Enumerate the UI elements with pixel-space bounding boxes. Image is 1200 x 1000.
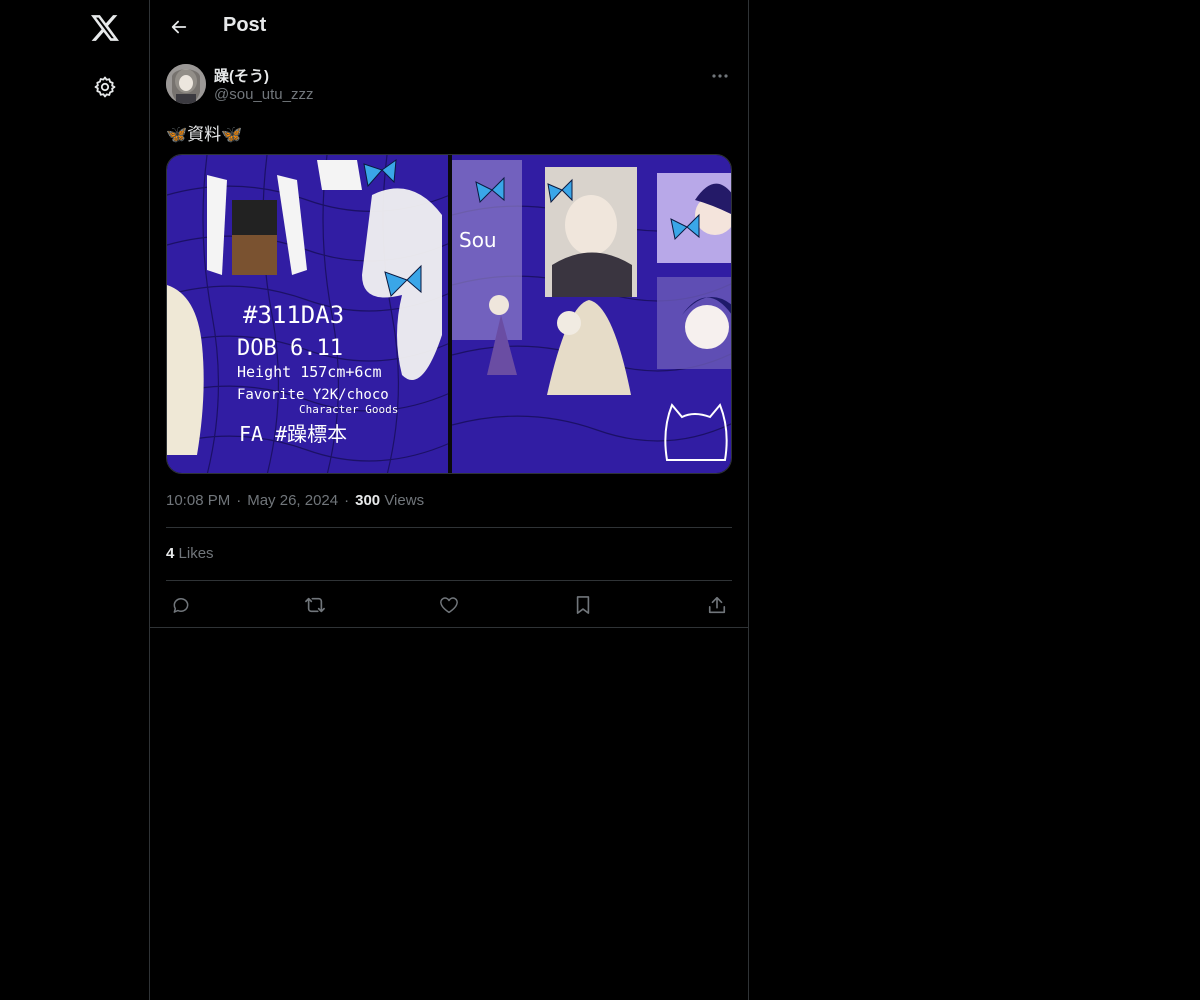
bookmark-icon — [576, 596, 590, 614]
repost-button[interactable] — [302, 592, 328, 618]
x-logo-icon[interactable] — [87, 10, 123, 46]
left-rail — [0, 0, 150, 1000]
settings-button[interactable] — [90, 72, 120, 102]
back-button[interactable] — [164, 12, 194, 42]
views-label: Views — [384, 492, 425, 509]
post-metadata: 10:08 PM · May 26, 2024 · 300 Views — [166, 492, 424, 509]
image-text-goods: Character Goods — [299, 403, 398, 416]
post-time[interactable]: 10:08 PM — [166, 492, 230, 509]
post-text: 🦋資料🦋 — [166, 125, 243, 144]
repost-icon — [305, 597, 325, 613]
post-date[interactable]: May 26, 2024 — [247, 492, 338, 509]
image-text-hex: #311DA3 — [243, 301, 344, 329]
arrow-left-icon — [171, 20, 187, 34]
divider — [166, 527, 732, 528]
likes-summary[interactable]: 4 Likes — [166, 545, 214, 562]
share-button[interactable] — [704, 592, 730, 618]
bookmark-button[interactable] — [570, 592, 596, 618]
post-image[interactable]: #311DA3 DOB 6.11 Height 157cm+6cm Favori… — [166, 154, 732, 474]
post-bottom-border — [150, 627, 748, 628]
image-text-favorite: Favorite Y2K/choco — [237, 387, 389, 403]
image-text-height: Height 157cm+6cm — [237, 363, 382, 381]
page-header: Post — [150, 0, 748, 54]
like-button[interactable] — [436, 592, 462, 618]
share-icon — [708, 596, 726, 614]
post-actions — [166, 590, 732, 620]
author-handle[interactable]: @sou_utu_zzz — [214, 86, 313, 103]
author-display-name[interactable]: 躁(そう) — [214, 65, 269, 86]
gear-icon — [94, 76, 116, 98]
reply-icon — [173, 598, 189, 613]
avatar[interactable] — [166, 64, 206, 104]
heart-icon — [440, 597, 458, 614]
reply-button[interactable] — [168, 592, 194, 618]
meta-separator: · — [236, 492, 242, 509]
likes-label: Likes — [178, 545, 214, 562]
views-count: 300 — [355, 492, 381, 509]
likes-count: 4 — [166, 545, 175, 562]
meta-separator: · — [344, 492, 350, 509]
image-text-sou: Sou — [459, 228, 497, 252]
page-title: Post — [223, 14, 267, 36]
image-text-fa: FA #躁標本 — [239, 422, 347, 446]
more-options-button[interactable] — [708, 64, 732, 88]
divider — [166, 580, 732, 581]
more-horizontal-icon — [712, 74, 728, 78]
main-column: Post 躁(そう) @sou_utu_zzz 🦋資料🦋 #311DA3 DOB… — [149, 0, 749, 1000]
post-author: 躁(そう) @sou_utu_zzz — [166, 64, 732, 108]
image-text-dob: DOB 6.11 — [237, 336, 343, 361]
